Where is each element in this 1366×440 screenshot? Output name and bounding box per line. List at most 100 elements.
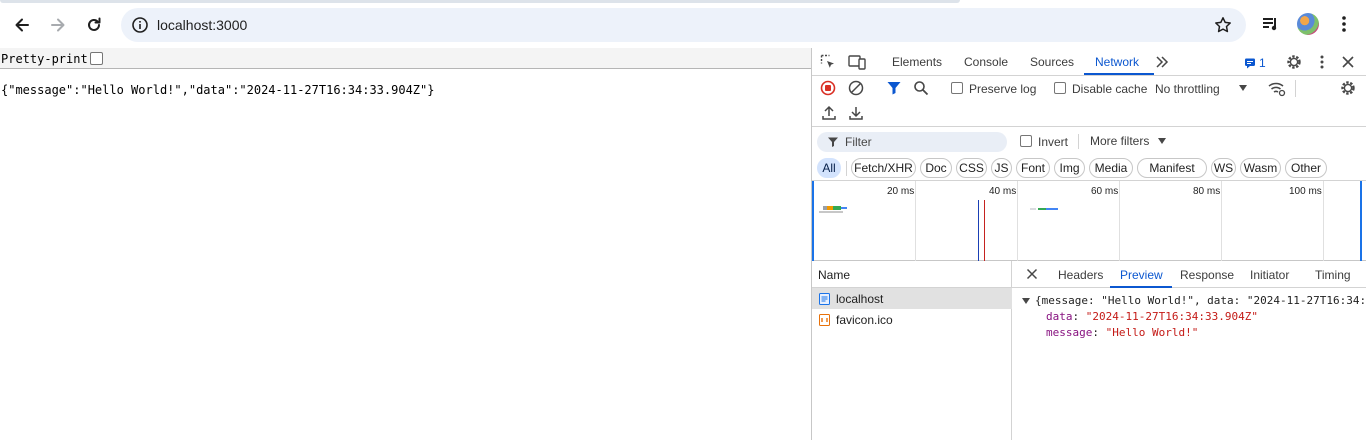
devtools-tab-bar: Elements Console Sources Network 1 — [812, 48, 1366, 76]
preview-prop-message: message: "Hello World!" — [1046, 326, 1199, 339]
tab-strip-edge — [0, 0, 960, 3]
json-preview: {message: "Hello World!", data: "2024-11… — [1012, 288, 1366, 440]
network-overview-timeline[interactable]: 20 ms 40 ms 60 ms 80 ms 100 ms — [812, 181, 1366, 261]
type-filter-ws[interactable]: WS — [1211, 158, 1236, 178]
chevron-double-right-icon — [1156, 56, 1169, 68]
type-filter-font[interactable]: Font — [1016, 158, 1050, 178]
inspect-cursor-icon — [820, 54, 834, 68]
filter-row: Filter Invert More filters — [812, 127, 1366, 155]
devtools-menu-button[interactable] — [1315, 53, 1329, 71]
filter-toggle-button[interactable] — [886, 80, 902, 96]
throttling-dropdown-arrow[interactable] — [1238, 84, 1248, 92]
request-name: favicon.ico — [836, 313, 893, 327]
throttling-select[interactable]: No throttling — [1155, 82, 1220, 96]
more-tabs-button[interactable] — [1154, 54, 1170, 70]
devtools-panel: Elements Console Sources Network 1 Prese… — [811, 48, 1366, 440]
browser-menu-button[interactable] — [1334, 14, 1354, 34]
export-har-button[interactable] — [848, 105, 864, 121]
import-export-row — [812, 101, 1366, 127]
network-toolbar: Preserve log Disable cache No throttling — [812, 76, 1366, 101]
details-tab-bar: Headers Preview Response Initiator Timin… — [1012, 261, 1366, 288]
close-icon — [1342, 56, 1354, 68]
prop-value: "Hello World!" — [1105, 326, 1199, 339]
message-icon — [1245, 58, 1255, 69]
tab-elements[interactable]: Elements — [892, 55, 942, 69]
close-details-button[interactable] — [1026, 268, 1038, 280]
preview-summary[interactable]: {message: "Hello World!", data: "2024-11… — [1035, 294, 1366, 307]
reload-button[interactable] — [79, 10, 109, 40]
caret-down-icon — [1239, 85, 1247, 91]
type-filter-doc[interactable]: Doc — [920, 158, 952, 178]
type-filter-wasm[interactable]: Wasm — [1240, 158, 1281, 178]
invert-checkbox[interactable] — [1020, 135, 1032, 147]
type-filter-other[interactable]: Other — [1285, 158, 1327, 178]
requests-header: Name — [812, 261, 1012, 288]
type-filter-all[interactable]: All — [817, 158, 841, 178]
tab-preview[interactable]: Preview — [1120, 268, 1163, 282]
preserve-log-checkbox[interactable] — [951, 82, 963, 94]
devtools-settings-button[interactable] — [1285, 53, 1303, 71]
tab-response[interactable]: Response — [1180, 268, 1234, 282]
search-button[interactable] — [913, 80, 929, 96]
media-queue-icon — [1263, 18, 1277, 31]
filter-input[interactable]: Filter — [817, 132, 1007, 152]
gear-icon — [1341, 81, 1355, 95]
network-settings-button[interactable] — [1339, 79, 1357, 97]
json-response-text: {"message":"Hello World!","data":"2024-1… — [1, 83, 435, 97]
invert-label: Invert — [1038, 135, 1069, 149]
prop-key: message — [1046, 326, 1093, 339]
close-devtools-button[interactable] — [1340, 54, 1356, 70]
pretty-print-bar: Pretty-print — [0, 48, 811, 69]
type-filter-css[interactable]: CSS — [956, 158, 987, 178]
tab-timing[interactable]: Timing — [1315, 268, 1351, 282]
type-filter-img[interactable]: Img — [1054, 158, 1085, 178]
tab-initiator[interactable]: Initiator — [1250, 268, 1289, 282]
search-icon — [914, 81, 929, 96]
prop-key: data — [1046, 310, 1073, 323]
url-text[interactable]: localhost:3000 — [157, 17, 247, 33]
profile-avatar[interactable] — [1297, 13, 1319, 35]
clear-block-icon — [848, 80, 864, 96]
more-filters-button[interactable]: More filters — [1090, 134, 1149, 148]
import-har-button[interactable] — [821, 105, 837, 121]
funnel-icon — [828, 137, 838, 147]
network-conditions-button[interactable] — [1267, 79, 1287, 97]
download-icon — [849, 107, 863, 120]
expand-triangle-icon[interactable] — [1022, 297, 1030, 305]
tab-sources[interactable]: Sources — [1030, 55, 1074, 69]
forward-button[interactable] — [43, 10, 73, 40]
star-icon[interactable] — [1214, 16, 1232, 34]
more-filters-arrow[interactable] — [1157, 137, 1167, 145]
request-row-localhost[interactable]: localhost — [812, 288, 1012, 309]
upload-icon — [822, 105, 836, 120]
tab-network[interactable]: Network — [1095, 55, 1139, 69]
browser-toolbar: localhost:3000 — [0, 0, 1366, 48]
name-column-header[interactable]: Name — [818, 268, 850, 282]
clear-button[interactable] — [848, 80, 864, 96]
back-button[interactable] — [7, 10, 37, 40]
overview-selection-window[interactable] — [812, 181, 1362, 261]
request-row-favicon[interactable]: favicon.ico — [812, 309, 1012, 330]
inspect-element-button[interactable] — [820, 54, 836, 70]
address-bar[interactable]: localhost:3000 — [121, 8, 1246, 42]
disable-cache-checkbox[interactable] — [1054, 82, 1066, 94]
kebab-menu-icon — [1320, 55, 1324, 69]
media-control-button[interactable] — [1261, 14, 1281, 34]
type-filter-js[interactable]: JS — [991, 158, 1012, 178]
filter-divider — [1078, 134, 1079, 149]
type-filter-fetch-xhr[interactable]: Fetch/XHR — [851, 158, 916, 178]
type-filter-media[interactable]: Media — [1089, 158, 1133, 178]
issues-counter[interactable]: 1 — [1244, 56, 1266, 70]
info-icon[interactable] — [131, 16, 149, 34]
filter-placeholder: Filter — [845, 135, 872, 149]
tab-headers[interactable]: Headers — [1058, 268, 1103, 282]
record-button[interactable] — [820, 80, 836, 96]
device-toolbar-button[interactable] — [848, 54, 866, 70]
request-name: localhost — [836, 292, 884, 306]
request-details: Headers Preview Response Initiator Timin… — [1012, 261, 1366, 440]
tab-console[interactable]: Console — [964, 55, 1008, 69]
image-file-icon — [819, 314, 830, 326]
type-filter-manifest[interactable]: Manifest — [1137, 158, 1207, 178]
pretty-print-checkbox[interactable] — [90, 52, 103, 65]
forward-arrow-icon — [51, 18, 65, 32]
